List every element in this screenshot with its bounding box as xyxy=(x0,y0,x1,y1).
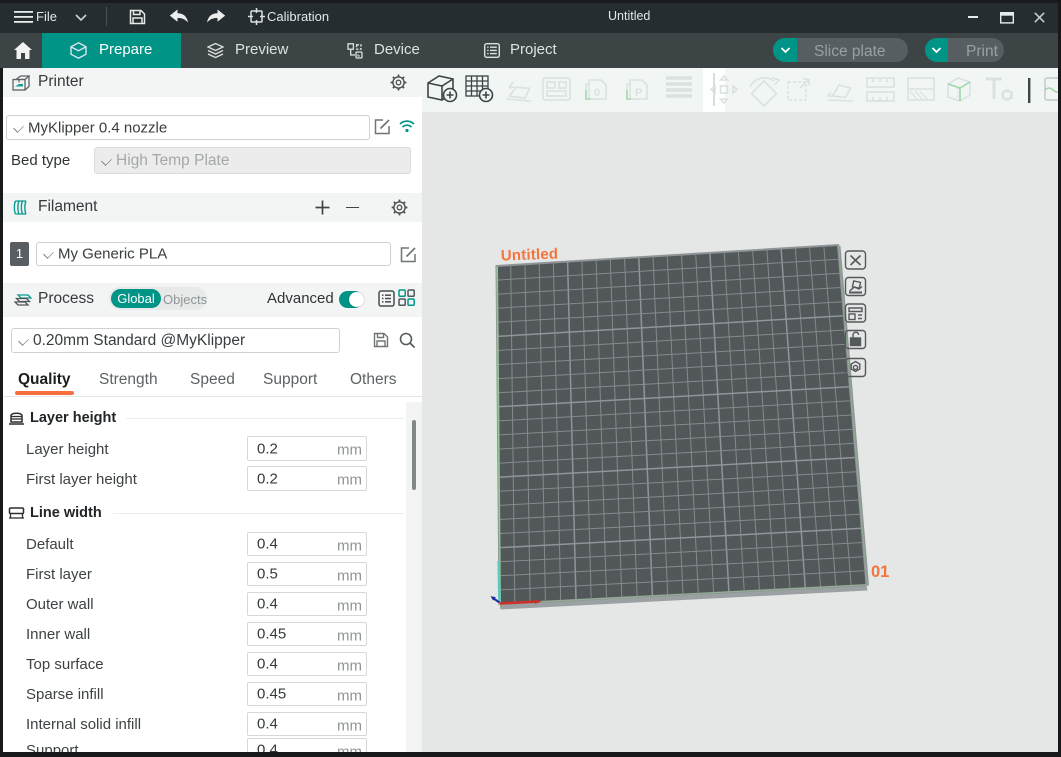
svg-text:P: P xyxy=(635,87,642,99)
svg-text:01: 01 xyxy=(871,563,889,581)
svg-text:Untitled: Untitled xyxy=(501,246,559,265)
svg-text:0: 0 xyxy=(594,87,600,99)
